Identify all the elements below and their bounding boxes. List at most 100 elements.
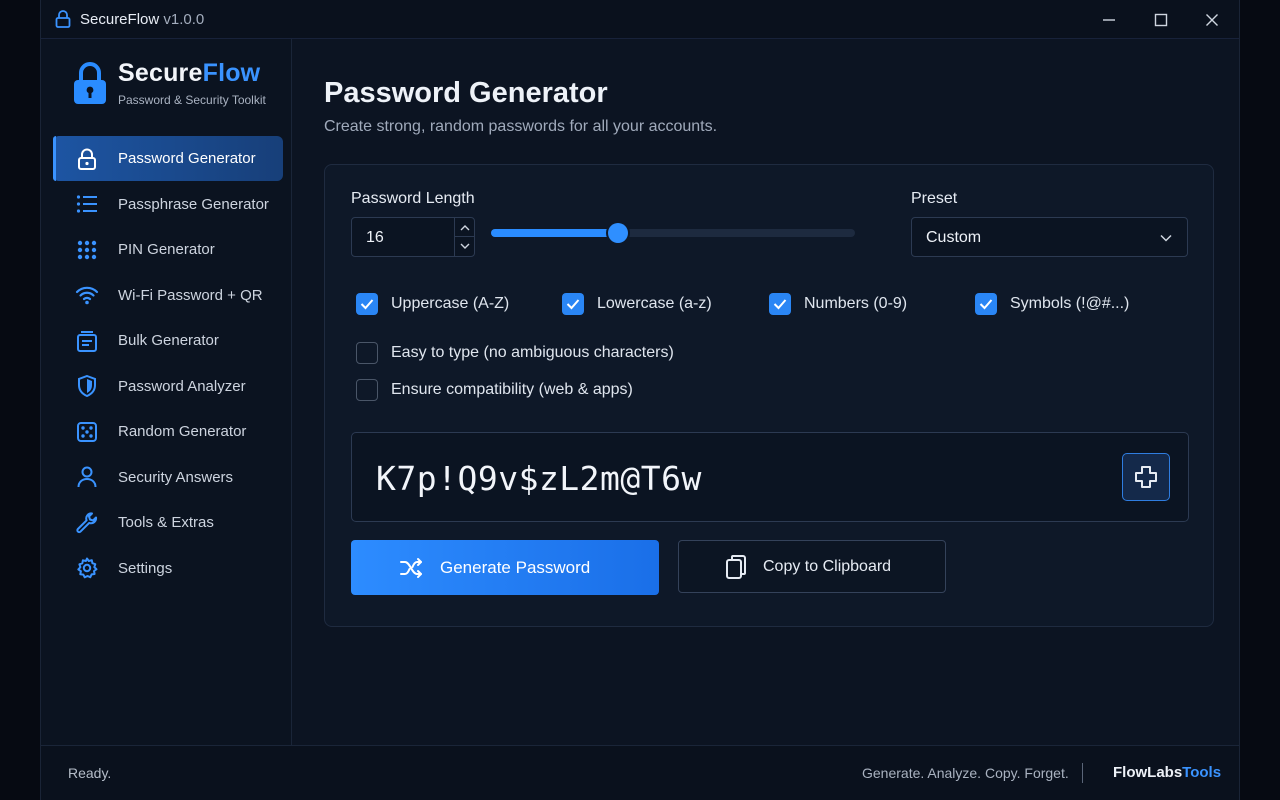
checkbox-label: Lowercase (a-z) [597,295,712,312]
checkmark-icon [773,299,787,310]
sidebar: SecureFlow Password & Security Toolkit P… [41,39,292,745]
shuffle-icon [400,558,422,578]
brand-secure: Secure [118,59,203,87]
preset-select[interactable]: Custom [911,217,1188,257]
app-name: SecureFlow [80,11,160,28]
app-window: SecureFlow v1.0.0 SecureFlow Password & … [40,0,1240,800]
maximize-icon [1154,13,1168,27]
checkbox-label: Easy to type (no ambiguous characters) [391,344,674,361]
sidebar-item-label: PIN Generator [118,241,215,258]
preset-value: Custom [926,229,982,246]
generated-password: K7p!Q9v$zL2m@T6w [376,459,702,498]
easy-to-type-checkbox[interactable]: Easy to type (no ambiguous characters) [356,342,674,364]
sidebar-item-label: Wi-Fi Password + QR [118,286,263,304]
maximize-button[interactable] [1149,8,1173,32]
generate-password-label: Generate Password [440,558,591,577]
lock-icon [55,10,71,28]
copy-to-clipboard-button[interactable]: Copy to Clipboard [678,540,946,593]
footer-brand: FlowLabsTools [1113,764,1221,781]
password-length-stepper[interactable]: 16 [351,217,475,257]
keypad-icon [75,238,99,262]
decrement-button[interactable] [455,237,475,256]
clipboard-icon [726,555,746,579]
increment-button[interactable] [455,218,475,237]
sidebar-item-label: Password Analyzer [118,377,246,395]
status-text: Ready. [68,765,112,781]
window-title: SecureFlow v1.0.0 [80,11,204,28]
brand-name: SecureFlow [118,59,260,88]
lock-icon [75,147,99,171]
close-icon [1206,14,1218,26]
checkbox-box [769,293,791,315]
sidebar-item-password-analyzer[interactable]: Password Analyzer [53,364,283,409]
checkmark-icon [979,299,993,310]
sidebar-item-label: Tools & Extras [118,514,214,531]
brand-subtitle: Password & Security Toolkit [118,93,266,107]
list-icon [75,192,99,216]
footer-brand-flowlabs: FlowLabs [1113,764,1183,781]
lowercase-checkbox[interactable]: Lowercase (a-z) [562,293,712,315]
footer-brand-tools: Tools [1182,764,1222,781]
checkbox-label: Symbols (!@#...) [1010,295,1130,312]
copy-password-button[interactable] [1122,453,1170,501]
sidebar-item-pin-generator[interactable]: PIN Generator [53,227,283,272]
sidebar-item-label: Settings [118,559,173,577]
sidebar-item-label: Security Answers [118,468,234,486]
chevron-up-icon [460,224,470,230]
checkmark-icon [566,299,580,310]
sidebar-item-security-answers[interactable]: Security Answers [53,455,283,500]
main-content: Password Generator Create strong, random… [292,39,1239,745]
sidebar-item-tools-extras[interactable]: Tools & Extras [53,500,283,545]
checkbox-box [356,293,378,315]
minimize-icon [1103,19,1115,21]
chevron-down-icon [460,243,470,249]
ensure-compatibility-checkbox[interactable]: Ensure compatibility (web & apps) [356,379,633,401]
page-subtitle: Create strong, random passwords for all … [324,118,718,135]
sidebar-item-passphrase-generator[interactable]: Passphrase Generator [53,182,283,227]
checkbox-box [356,379,378,401]
copy-icon [1135,466,1157,488]
generate-password-button[interactable]: Generate Password [351,540,659,595]
page-title: Password Generator [324,77,608,109]
sidebar-nav: Password Generator Passphrase Generator … [53,136,283,591]
uppercase-checkbox[interactable]: Uppercase (A-Z) [356,293,509,315]
sidebar-item-label: Passphrase Generator [118,195,269,213]
tagline: Generate. Analyze. Copy. Forget. [862,765,1069,781]
slider-fill [491,229,619,237]
password-output: K7p!Q9v$zL2m@T6w [351,432,1189,522]
password-length-label: Password Length [351,190,475,207]
password-length-slider[interactable] [491,223,855,243]
dice-icon [75,420,99,444]
status-bar: Ready. Generate. Analyze. Copy. Forget. … [41,745,1239,800]
checkmark-icon [360,299,374,310]
preset-label: Preset [911,190,958,207]
checkbox-box [975,293,997,315]
sidebar-item-settings[interactable]: Settings [53,546,283,591]
wifi-icon [75,283,99,307]
brand-flow: Flow [202,59,261,87]
checkbox-box [562,293,584,315]
sidebar-item-label: Bulk Generator [118,332,219,349]
generator-card: Password Length 16 Preset Custom Upperca… [324,164,1214,627]
title-bar: SecureFlow v1.0.0 [41,0,1239,39]
minimize-button[interactable] [1097,8,1121,32]
sidebar-item-wifi-password-qr[interactable]: Wi-Fi Password + QR [53,273,283,318]
shield-icon [75,374,99,398]
symbols-checkbox[interactable]: Symbols (!@#...) [975,293,1129,315]
checkbox-label: Numbers (0-9) [804,295,908,312]
password-length-value: 16 [366,229,384,246]
sidebar-item-random-generator[interactable]: Random Generator [53,409,283,454]
status-divider [1082,763,1083,783]
slider-thumb[interactable] [608,223,629,243]
sidebar-item-bulk-generator[interactable]: Bulk Generator [53,318,283,363]
sidebar-item-password-generator[interactable]: Password Generator [53,136,283,181]
stepper-arrows [454,218,475,256]
close-button[interactable] [1200,8,1224,32]
stack-icon [75,329,99,353]
numbers-checkbox[interactable]: Numbers (0-9) [769,293,907,315]
wrench-icon [75,511,99,535]
checkbox-box [356,342,378,364]
chevron-down-icon [1160,234,1172,242]
gear-icon [75,556,99,580]
sidebar-item-label: Password Generator [118,150,256,167]
